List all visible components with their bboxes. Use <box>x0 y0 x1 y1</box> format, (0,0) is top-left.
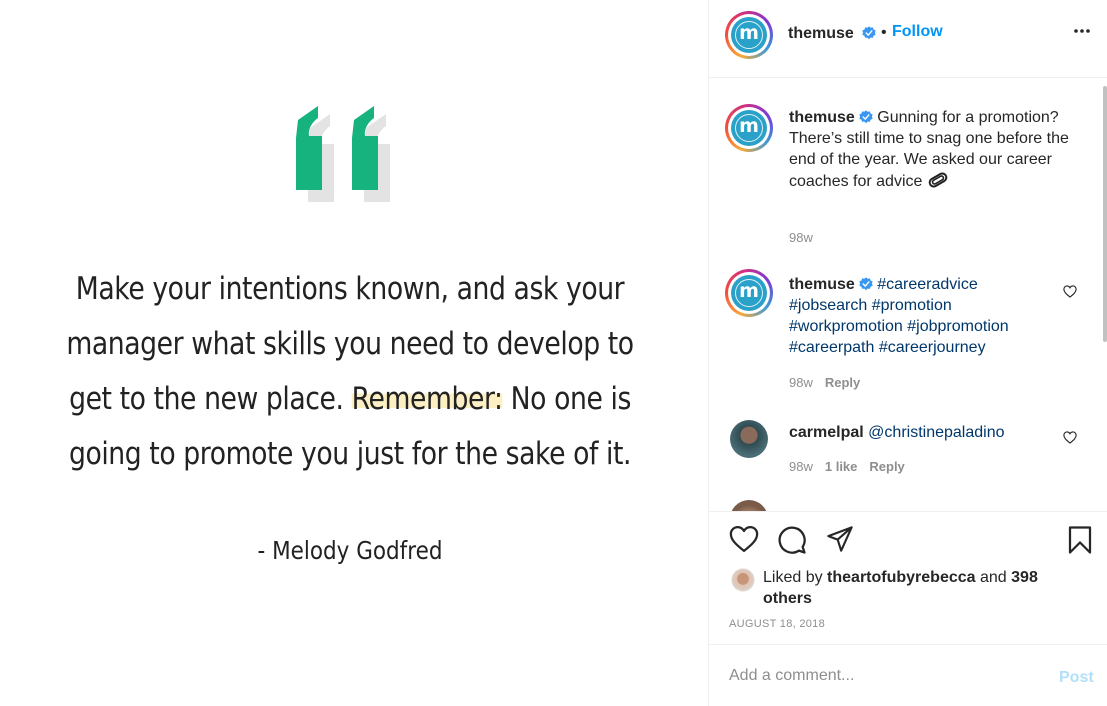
avatar[interactable] <box>730 500 768 511</box>
comment-time[interactable]: 98w <box>789 230 813 245</box>
avatar[interactable]: m <box>725 269 773 317</box>
like-comment-heart-icon[interactable] <box>1063 285 1077 298</box>
heart-icon[interactable] <box>729 525 759 553</box>
post-header: m themuse • Follow <box>709 0 1107 78</box>
avatar[interactable]: m <box>725 104 773 152</box>
avatar[interactable] <box>730 420 768 458</box>
quote-text: Make your intentions known, and ask your… <box>66 262 634 482</box>
comments-list[interactable]: m themuse Gunning for a promotion? There… <box>709 79 1107 511</box>
quote-line: going to promote you just for the sake o… <box>68 436 632 472</box>
like-comment-heart-icon[interactable] <box>1063 431 1077 444</box>
avatar-letter: m <box>735 279 763 307</box>
reply-button[interactable]: Reply <box>869 459 904 474</box>
avatar-letter: m <box>735 21 763 49</box>
reply-button[interactable]: Reply <box>825 375 860 390</box>
liked-by-prefix: Liked by <box>763 569 823 586</box>
more-options-icon[interactable] <box>1073 28 1091 34</box>
post-date[interactable]: AUGUST 18, 2018 <box>729 618 825 630</box>
quote-line: Make your intentions known, and ask your <box>75 271 625 307</box>
header-username-row: themuse <box>788 25 876 43</box>
comment-item: m themuse #careeradvice #jobsearch #prom… <box>725 269 1095 399</box>
hashtag-link[interactable]: #careerpath <box>789 339 874 356</box>
comment-icon[interactable] <box>777 525 807 555</box>
verified-icon <box>859 277 873 291</box>
comment-item: carmelpal @christinepaladino 98w 1 like Re… <box>725 419 1095 479</box>
comment-time[interactable]: 98w <box>789 375 813 390</box>
comment-time[interactable]: 98w <box>789 459 813 474</box>
follow-button[interactable]: Follow <box>892 23 943 41</box>
hashtag-link[interactable]: #promotion <box>872 297 952 314</box>
bookmark-icon[interactable] <box>1066 525 1094 555</box>
comment-likes[interactable]: 1 like <box>825 459 858 474</box>
hashtag-link[interactable]: #workpromotion <box>789 318 903 335</box>
caption-comment: m themuse Gunning for a promotion? There… <box>725 102 1095 272</box>
verified-icon <box>862 26 876 40</box>
comment-body: carmelpal @christinepaladino <box>789 422 1069 443</box>
quote-marks-icon <box>296 106 390 202</box>
comment-input[interactable] <box>729 665 1029 687</box>
username-link[interactable]: themuse <box>788 25 854 42</box>
liked-by-user-link[interactable]: theartofubyrebecca <box>827 569 976 586</box>
post-image[interactable]: Make your intentions known, and ask your… <box>0 0 708 706</box>
comment-username[interactable]: themuse <box>789 276 855 293</box>
mention-link[interactable]: @christinepaladino <box>868 424 1004 441</box>
paperclip-emoji-icon <box>927 170 949 196</box>
comment-meta: 98w <box>789 230 813 245</box>
comment-meta: 98w Reply <box>789 375 860 390</box>
comment-username[interactable]: themuse <box>789 109 855 126</box>
comment-meta: 98w 1 like Reply <box>789 459 905 474</box>
comment-body: themuse #careeradvice #jobsearch #promot… <box>789 274 1049 358</box>
scrollbar-thumb[interactable] <box>1103 86 1107 342</box>
separator-dot: • <box>881 24 887 41</box>
comment-username[interactable]: carmelpal <box>789 424 864 441</box>
quote-segment: get to the new place. <box>69 381 352 417</box>
quote-highlight: Remember: <box>351 381 503 417</box>
hashtag-link[interactable]: #jobsearch <box>789 297 867 314</box>
share-icon[interactable] <box>825 525 855 553</box>
hashtag-link[interactable]: #careeradvice <box>877 276 978 293</box>
liked-by-and: and <box>980 569 1007 586</box>
hashtag-link[interactable]: #careerjourney <box>879 339 986 356</box>
quote-segment: No one is <box>502 381 632 417</box>
liked-by-text: Liked by theartofubyrebecca and 398 othe… <box>763 567 1063 609</box>
hashtag-link[interactable]: #jobpromotion <box>907 318 1008 335</box>
comment-body: themuse Gunning for a promotion? There’s… <box>789 107 1069 196</box>
liker-avatar[interactable] <box>731 568 755 592</box>
quote-line: manager what skills you need to develop … <box>66 326 634 362</box>
side-panel: m themuse • Follow m themuse Gunning for… <box>708 0 1107 706</box>
post-comment-button[interactable]: Post <box>1059 669 1094 687</box>
post-actions: Liked by theartofubyrebecca and 398 othe… <box>709 511 1107 644</box>
avatar-letter: m <box>735 114 763 142</box>
quote-line: get to the new place. Remember: No one i… <box>66 372 634 427</box>
avatar[interactable]: m <box>725 11 773 59</box>
add-comment-bar: Post <box>709 644 1107 706</box>
verified-icon <box>859 110 873 124</box>
quote-author: - Melody Godfred <box>257 536 443 565</box>
